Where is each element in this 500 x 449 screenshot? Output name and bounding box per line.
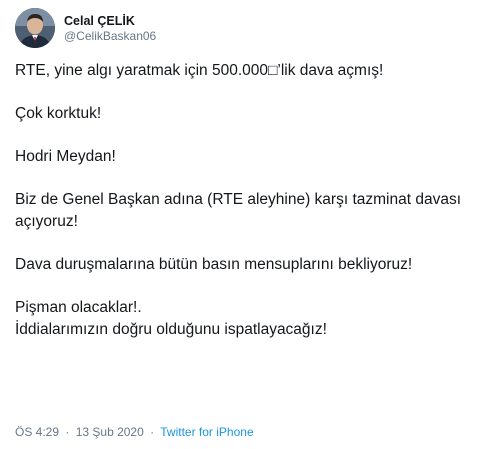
- meta-separator: ·: [150, 425, 155, 439]
- tweet-card: Celal ÇELİK @CelikBaskan06 RTE, yine alg…: [0, 0, 500, 449]
- meta-separator: ·: [65, 425, 70, 439]
- tweet-paragraph: Dava duruşmalarına bütün basın mensuplar…: [15, 256, 413, 273]
- tweet-text: RTE, yine algı yaratmak için 500.000□’li…: [15, 60, 485, 341]
- avatar-image: [15, 8, 55, 48]
- tweet-paragraph: Biz de Genel Başkan adına (RTE aleyhine)…: [15, 191, 466, 230]
- tweet-header: Celal ÇELİK @CelikBaskan06: [15, 8, 156, 48]
- tweet-paragraph: Çok korktuk!: [15, 105, 102, 122]
- avatar[interactable]: [15, 8, 55, 48]
- tweet-date[interactable]: 13 Şub 2020: [76, 425, 144, 439]
- tweet-paragraph: Pişman olacaklar!. İddialarımızın doğru …: [15, 299, 327, 338]
- tweet-paragraph: Hodri Meydan!: [15, 148, 116, 165]
- tweet-meta: ÖS 4:29 · 13 Şub 2020 · Twitter for iPho…: [15, 424, 254, 440]
- tweet-source-link[interactable]: Twitter for iPhone: [160, 425, 253, 439]
- user-handle[interactable]: @CelikBaskan06: [64, 29, 156, 44]
- user-names: Celal ÇELİK @CelikBaskan06: [64, 13, 156, 44]
- tweet-paragraph: RTE, yine algı yaratmak için 500.000□’li…: [15, 62, 384, 79]
- display-name[interactable]: Celal ÇELİK: [64, 13, 156, 29]
- tweet-time[interactable]: ÖS 4:29: [15, 425, 59, 439]
